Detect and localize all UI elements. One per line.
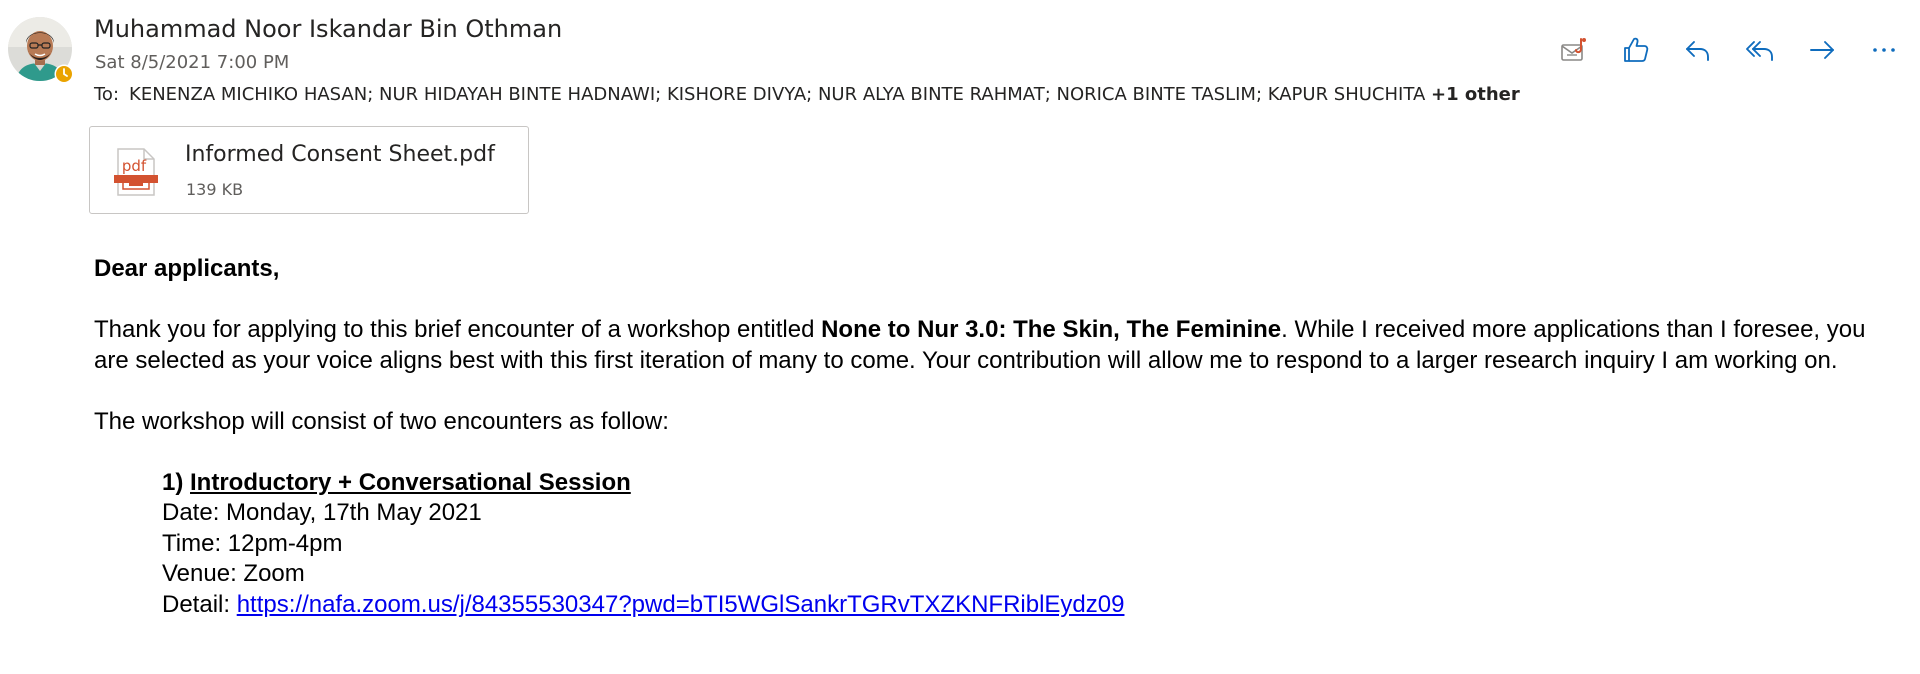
pdf-type-label: pdf [122, 157, 147, 175]
message-body: Dear applicants, Thank you for applying … [94, 254, 1894, 620]
pdf-file-icon: pdf [114, 147, 158, 201]
like-icon[interactable] [1616, 30, 1656, 70]
more-recipients-link[interactable]: +1 other [1431, 84, 1520, 105]
message-actions-toolbar [0, 30, 1920, 70]
session-heading: 1) Introductory + Conversational Session [162, 468, 631, 496]
workshop-title: None to Nur 3.0: The Skin, The Feminine [821, 316, 1282, 343]
attachment-card[interactable]: pdf Informed Consent Sheet.pdf 139 KB [89, 126, 529, 214]
session-date: Date: Monday, 17th May 2021 [162, 499, 482, 526]
recipient-list[interactable]: KENENZA MICHIKO HASAN; NUR HIDAYAH BINTE… [129, 84, 1425, 105]
summary-icon[interactable] [1554, 30, 1594, 70]
session-time: Time: 12pm-4pm [162, 529, 343, 557]
attachment-size: 139 KB [186, 180, 244, 199]
more-icon[interactable] [1864, 30, 1904, 70]
reply-icon[interactable] [1678, 30, 1718, 70]
session-venue: Venue: Zoom [162, 560, 305, 587]
forward-icon[interactable] [1802, 30, 1842, 70]
paragraph-encounters: The workshop will consist of two encount… [94, 407, 669, 435]
session-title: Introductory + Conversational Session [190, 468, 631, 496]
paragraph-intro: Thank you for applying to this brief enc… [94, 316, 1866, 374]
greeting: Dear applicants, [94, 255, 280, 282]
reply-all-icon[interactable] [1740, 30, 1780, 70]
to-label: To: [94, 84, 120, 105]
zoom-link[interactable]: https://nafa.zoom.us/j/84355530347?pwd=b… [237, 591, 1125, 618]
recipients-line: To: KENENZA MICHIKO HASAN; NUR HIDAYAH BI… [94, 84, 1520, 105]
attachment-name[interactable]: Informed Consent Sheet.pdf [185, 142, 495, 167]
session-details: 1) Introductory + Conversational Session… [94, 468, 1894, 621]
session-detail: Detail: https://nafa.zoom.us/j/843555303… [162, 590, 1125, 618]
